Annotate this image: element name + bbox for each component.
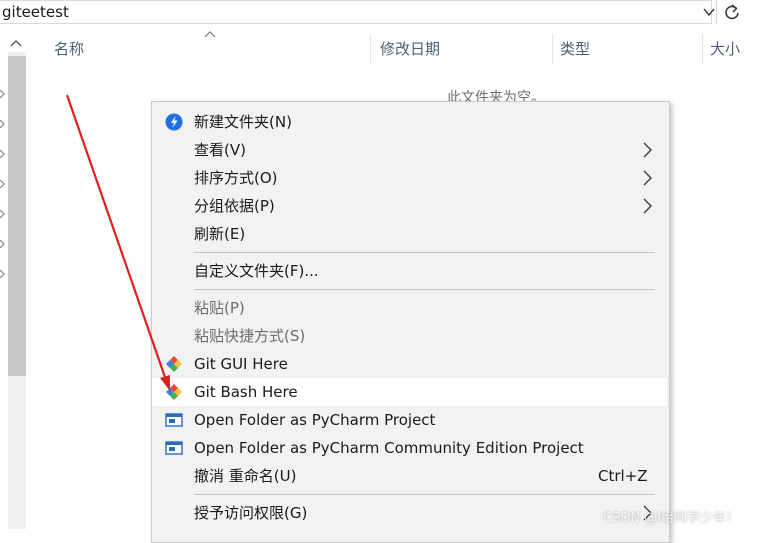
menu-item-label: 查看(V)	[194, 141, 246, 159]
expand-arrow-icon[interactable]	[0, 150, 5, 158]
sort-ascending-icon	[204, 31, 216, 38]
expand-arrow-icon[interactable]	[0, 180, 5, 188]
column-divider[interactable]	[552, 34, 553, 64]
new-folder-icon	[165, 113, 183, 131]
expand-arrow-icon[interactable]	[0, 240, 5, 248]
column-header-type[interactable]: 类型	[560, 34, 590, 64]
chevron-down-icon[interactable]	[702, 5, 716, 19]
menu-item-undo-rename[interactable]: 撤消 重命名(U) Ctrl+Z	[152, 462, 667, 490]
watermark-text: CSDN @Ⅰ怡同学少年！	[603, 511, 740, 526]
menu-item-new-folder[interactable]: 新建文件夹(N)	[152, 108, 667, 136]
menu-item-open-pycharm-project[interactable]: Open Folder as PyCharm Project	[152, 406, 667, 434]
submenu-chevron-icon	[643, 142, 652, 158]
menu-separator	[194, 289, 655, 290]
column-divider[interactable]	[370, 34, 371, 64]
menu-item-label: Open Folder as PyCharm Project	[194, 411, 436, 429]
column-header-name[interactable]: 名称	[54, 34, 84, 64]
menu-item-paste-shortcut: 粘贴快捷方式(S)	[152, 322, 667, 350]
menu-item-sort-by[interactable]: 排序方式(O)	[152, 164, 667, 192]
menu-item-git-bash-here[interactable]: Git Bash Here	[152, 378, 667, 406]
expand-arrow-icon[interactable]	[0, 90, 5, 98]
menu-separator	[194, 252, 655, 253]
menu-item-git-gui-here[interactable]: Git GUI Here	[152, 350, 667, 378]
navigation-pane[interactable]	[0, 24, 28, 529]
git-gui-icon	[166, 356, 182, 372]
menu-item-label: 新建文件夹(N)	[194, 113, 292, 131]
menu-item-paste: 粘贴(P)	[152, 294, 667, 322]
column-divider[interactable]	[702, 34, 703, 64]
menu-item-customize-folder[interactable]: 自定义文件夹(F)...	[152, 257, 667, 285]
address-path[interactable]: giteetest	[2, 3, 69, 21]
menu-item-label: 授予访问权限(G)	[194, 504, 308, 522]
menu-item-shortcut: Ctrl+Z	[598, 467, 648, 485]
column-header-size[interactable]: 大小	[710, 34, 740, 64]
menu-item-refresh[interactable]: 刷新(E)	[152, 220, 667, 248]
menu-item-label: Open Folder as PyCharm Community Edition…	[194, 439, 584, 457]
menu-item-label: 粘贴(P)	[194, 299, 245, 317]
refresh-button[interactable]	[716, 0, 746, 24]
menu-item-group-by[interactable]: 分组依据(P)	[152, 192, 667, 220]
menu-item-label: Git GUI Here	[194, 355, 288, 373]
menu-item-label: 排序方式(O)	[194, 169, 278, 187]
menu-item-view[interactable]: 查看(V)	[152, 136, 667, 164]
menu-item-label: 撤消 重命名(U)	[194, 467, 297, 485]
git-bash-icon	[166, 384, 182, 400]
menu-separator	[194, 494, 655, 495]
pycharm-icon	[165, 413, 183, 427]
menu-item-label: Git Bash Here	[194, 383, 298, 401]
menu-item-open-pycharm-community-project[interactable]: Open Folder as PyCharm Community Edition…	[152, 434, 667, 462]
context-menu: 新建文件夹(N) 查看(V) 排序方式(O) 分组依据(P) 刷新(E) 自定义…	[151, 101, 670, 543]
expand-arrow-icon[interactable]	[0, 120, 5, 128]
submenu-chevron-icon	[643, 170, 652, 186]
menu-item-label: 刷新(E)	[194, 225, 246, 243]
menu-item-label: 自定义文件夹(F)...	[194, 262, 319, 280]
menu-item-label: 粘贴快捷方式(S)	[194, 327, 306, 345]
submenu-chevron-icon	[643, 198, 652, 214]
scrollbar-thumb[interactable]	[8, 56, 26, 376]
menu-item-label: 分组依据(P)	[194, 197, 275, 215]
menu-item-give-access[interactable]: 授予访问权限(G)	[152, 499, 667, 527]
scroll-up-arrow-icon[interactable]	[10, 39, 22, 47]
address-bar[interactable]: giteetest	[0, 0, 715, 24]
column-header-modified[interactable]: 修改日期	[380, 34, 440, 64]
expand-arrow-icon[interactable]	[0, 210, 5, 218]
pycharm-icon	[165, 441, 183, 455]
refresh-icon	[725, 4, 739, 20]
expand-arrow-icon[interactable]	[0, 270, 5, 278]
